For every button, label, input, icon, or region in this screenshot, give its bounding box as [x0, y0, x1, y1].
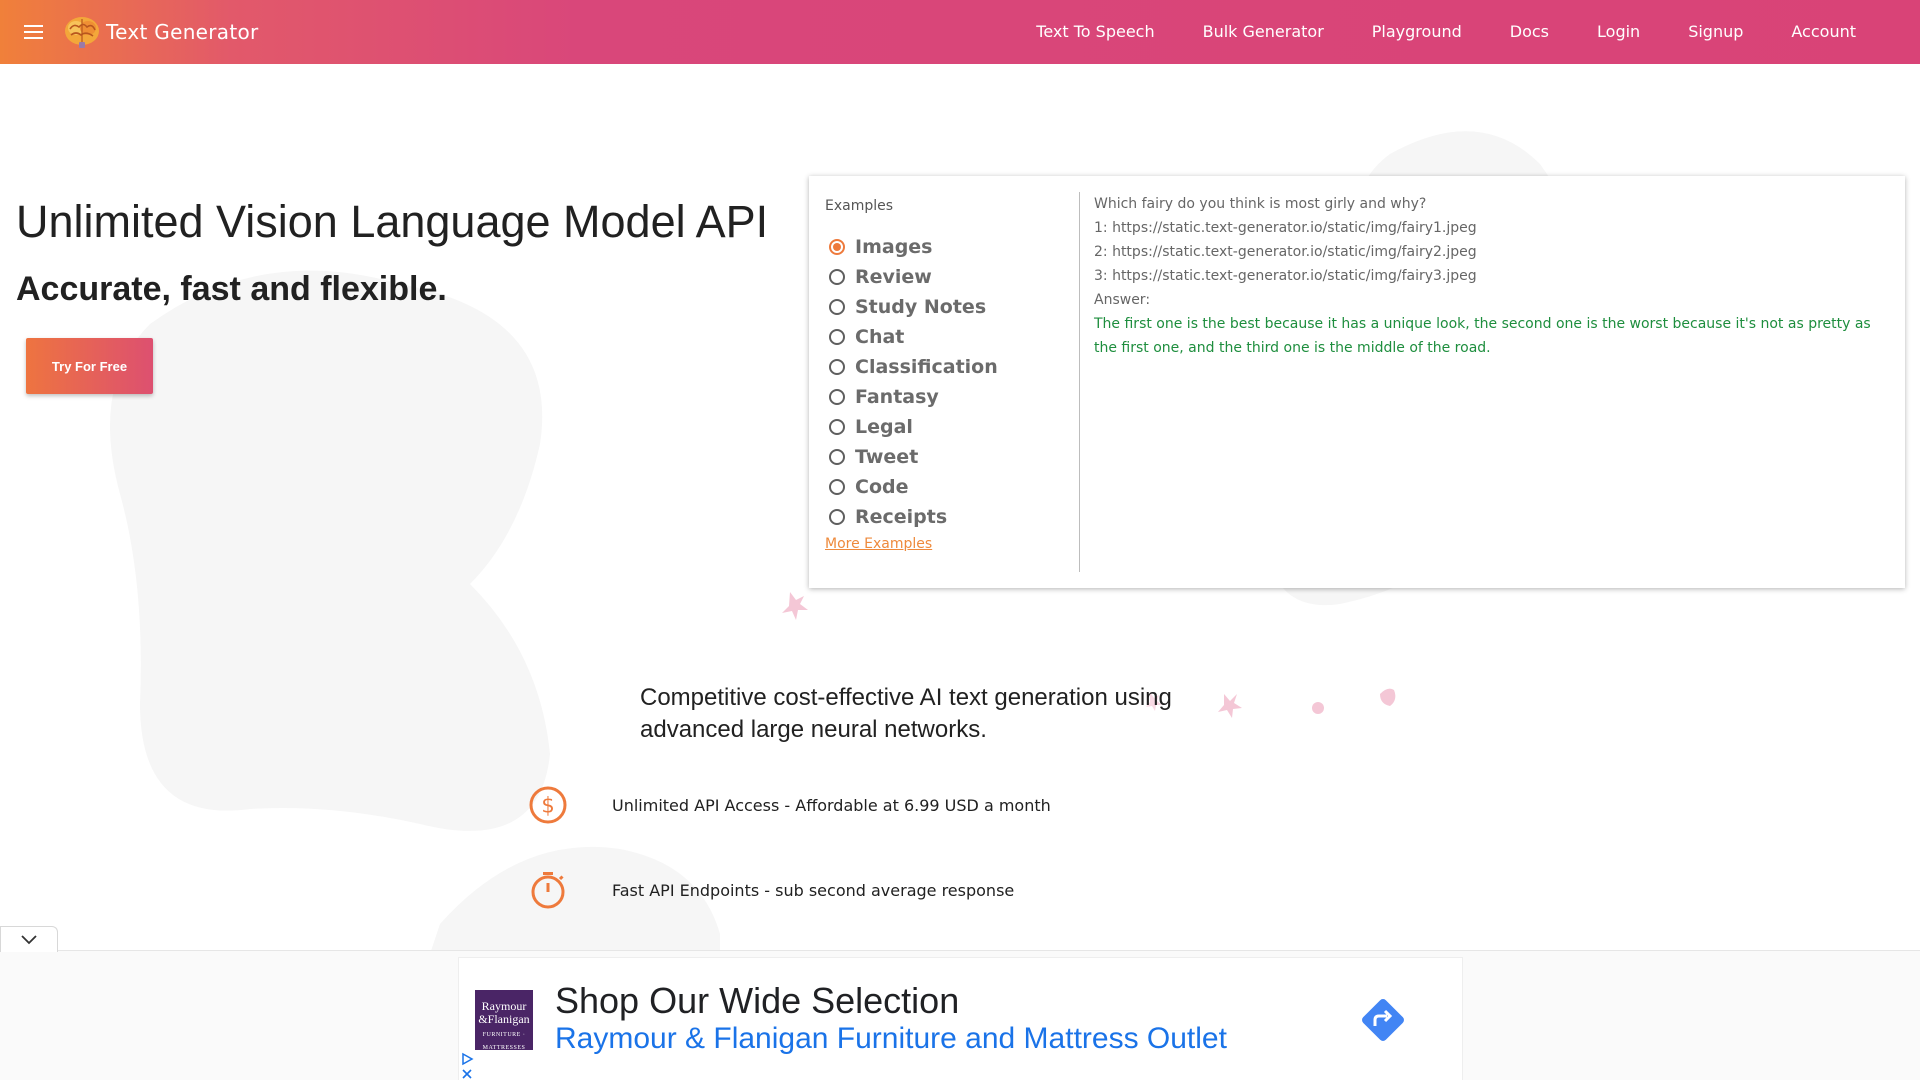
feature-text: Unlimited API Access - Affordable at 6.9… — [612, 795, 1051, 815]
brand-link[interactable]: Text Generator — [62, 12, 259, 52]
radio-icon[interactable] — [829, 419, 845, 435]
collapse-ad-button[interactable] — [0, 926, 58, 952]
example-label: Images — [855, 236, 933, 258]
radio-icon[interactable] — [829, 269, 845, 285]
radio-icon[interactable] — [829, 299, 845, 315]
radio-icon[interactable] — [829, 509, 845, 525]
example-option-receipts[interactable]: Receipts — [825, 502, 1079, 532]
example-label: Receipts — [855, 506, 948, 528]
feature-item: Fast API Endpoints - sub second average … — [528, 870, 1014, 910]
try-for-free-button[interactable]: Try For Free — [26, 338, 153, 394]
prompt-line: Which fairy do you think is most girly a… — [1094, 196, 1427, 212]
chevron-down-icon — [21, 934, 37, 944]
radio-icon[interactable] — [829, 329, 845, 345]
examples-card: Examples Images Review Study Notes Chat … — [809, 176, 1905, 588]
advertiser-logo-line: Raymour — [481, 999, 527, 1013]
nav-links: Text To Speech Bulk Generator Playground… — [1012, 0, 1880, 64]
examples-list: Examples Images Review Study Notes Chat … — [825, 192, 1080, 572]
advertiser-logo-line: FURNITURE · MATTRESSES — [482, 1032, 526, 1051]
prompt-line: 2: https://static.text-generator.io/stat… — [1094, 244, 1477, 260]
top-navbar: Text Generator Text To Speech Bulk Gener… — [0, 0, 1920, 64]
dollar-icon: $ — [529, 786, 567, 824]
radio-icon[interactable] — [829, 449, 845, 465]
example-option-fantasy[interactable]: Fantasy — [825, 382, 1079, 412]
hero-subtitle: Accurate, fast and flexible. — [16, 270, 447, 308]
radio-selected-icon[interactable] — [829, 239, 845, 255]
example-option-study-notes[interactable]: Study Notes — [825, 292, 1079, 322]
examples-heading: Examples — [825, 198, 894, 214]
prompt-line: 1: https://static.text-generator.io/stat… — [1094, 220, 1477, 236]
ad-go-arrow-icon[interactable] — [1357, 994, 1409, 1046]
advertiser-logo-line: &Flanigan — [478, 1012, 530, 1026]
svg-text:$: $ — [541, 794, 554, 818]
example-option-tweet[interactable]: Tweet — [825, 442, 1079, 472]
radio-icon[interactable] — [829, 479, 845, 495]
nav-account[interactable]: Account — [1767, 0, 1880, 64]
example-option-review[interactable]: Review — [825, 262, 1079, 292]
example-label: Code — [855, 476, 909, 498]
hamburger-menu-icon[interactable] — [24, 20, 46, 44]
brain-logo-icon — [65, 17, 99, 48]
nav-playground[interactable]: Playground — [1348, 0, 1486, 64]
example-label: Chat — [855, 326, 905, 348]
ad-advertiser-link[interactable]: Raymour & Flanigan Furniture and Mattres… — [555, 1022, 1227, 1056]
nav-docs[interactable]: Docs — [1486, 0, 1573, 64]
nav-bulk-generator[interactable]: Bulk Generator — [1179, 0, 1348, 64]
features-intro: Competitive cost-effective AI text gener… — [640, 684, 1172, 743]
example-label: Study Notes — [855, 296, 987, 318]
ad-choices-icon[interactable] — [459, 1052, 475, 1080]
example-label: Tweet — [855, 446, 919, 468]
hero-title: Unlimited Vision Language Model API — [16, 196, 769, 247]
example-option-chat[interactable]: Chat — [825, 322, 1079, 352]
brand-name: Text Generator — [106, 20, 259, 44]
example-option-code[interactable]: Code — [825, 472, 1079, 502]
ad-content[interactable]: Raymour &Flanigan FURNITURE · MATTRESSES… — [458, 957, 1463, 1080]
ad-headline[interactable]: Shop Our Wide Selection — [555, 980, 959, 1022]
example-option-images[interactable]: Images — [825, 232, 1079, 262]
prompt-line: Answer: — [1094, 292, 1151, 308]
example-option-legal[interactable]: Legal — [825, 412, 1079, 442]
radio-icon[interactable] — [829, 389, 845, 405]
example-label: Review — [855, 266, 932, 288]
example-label: Classification — [855, 356, 998, 378]
example-label: Legal — [855, 416, 913, 438]
timer-icon — [531, 872, 565, 909]
example-output-text[interactable]: Which fairy do you think is most girly a… — [1094, 192, 1894, 572]
prompt-line: 3: https://static.text-generator.io/stat… — [1094, 268, 1477, 284]
nav-text-to-speech[interactable]: Text To Speech — [1012, 0, 1178, 64]
nav-signup[interactable]: Signup — [1664, 0, 1767, 64]
nav-login[interactable]: Login — [1573, 0, 1664, 64]
example-option-classification[interactable]: Classification — [825, 352, 1079, 382]
feature-text: Fast API Endpoints - sub second average … — [612, 880, 1015, 900]
feature-item: $ Unlimited API Access - Affordable at 6… — [528, 785, 1051, 825]
ad-banner: Raymour &Flanigan FURNITURE · MATTRESSES… — [0, 950, 1920, 1080]
generated-answer: The first one is the best because it has… — [1094, 316, 1871, 356]
advertiser-logo[interactable]: Raymour &Flanigan FURNITURE · MATTRESSES — [475, 990, 533, 1051]
example-label: Fantasy — [855, 386, 939, 408]
more-examples-link[interactable]: More Examples — [825, 536, 932, 552]
radio-icon[interactable] — [829, 359, 845, 375]
